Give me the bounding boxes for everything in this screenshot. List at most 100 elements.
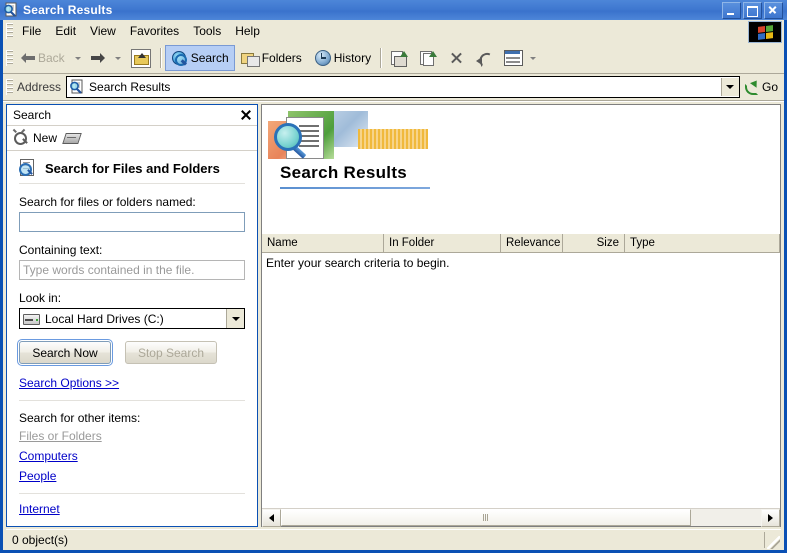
windows-flag-logo[interactable] [748, 21, 782, 43]
column-header-name[interactable]: Name [262, 234, 384, 252]
history-button[interactable]: History [308, 45, 377, 71]
menu-tools[interactable]: Tools [186, 21, 228, 41]
menu-bar: File Edit View Favorites Tools Help [3, 20, 784, 43]
minimize-button[interactable] [722, 1, 741, 19]
internet-link-group: Internet [7, 502, 257, 516]
lookin-dropdown[interactable]: Local Hard Drives (C:) [19, 308, 245, 329]
heading-divider [19, 183, 245, 184]
column-header-relevance[interactable]: Relevance [501, 234, 563, 252]
windows-flag-icon [757, 24, 773, 40]
forward-dropdown-arrow[interactable] [114, 56, 121, 60]
folders-label: Folders [261, 51, 302, 65]
results-list[interactable]: Enter your search criteria to begin. [262, 253, 780, 508]
arrow-left-icon [21, 52, 35, 64]
undo-icon [476, 50, 496, 68]
search-name-input[interactable] [19, 212, 245, 232]
copy-to-button[interactable] [414, 45, 443, 71]
address-bar: Address Search Results Go [3, 74, 784, 101]
address-dropdown-button[interactable] [720, 78, 739, 96]
close-button[interactable] [764, 1, 783, 19]
move-to-button[interactable] [385, 45, 414, 71]
menu-favorites[interactable]: Favorites [123, 21, 186, 41]
search-now-button[interactable]: Search Now [17, 339, 113, 366]
back-dropdown-arrow[interactable] [74, 56, 81, 60]
status-bar: 0 object(s) [6, 529, 781, 550]
scrollbar-grip-icon [483, 514, 489, 521]
menu-help[interactable]: Help [228, 21, 267, 41]
menu-gripper[interactable] [6, 23, 13, 39]
search-pane-heading: Search for Files and Folders [7, 151, 257, 181]
new-search-label: New [33, 131, 58, 145]
address-label: Address [17, 80, 62, 94]
toolbar-separator [159, 48, 162, 68]
results-horizontal-scrollbar[interactable] [262, 508, 780, 527]
results-pane: Search Results Name In Folder Relevance … [261, 104, 781, 527]
status-pane-divider [764, 532, 765, 548]
search-pane-close-icon[interactable] [239, 108, 253, 122]
resize-grip-icon[interactable] [767, 536, 780, 549]
views-button[interactable] [498, 45, 546, 71]
containing-field-label: Containing text: [19, 243, 103, 257]
scroll-left-button[interactable] [262, 508, 281, 527]
search-pane: Search New Search for Files and Folders … [6, 104, 258, 527]
link-computers[interactable]: Computers [19, 449, 78, 463]
other-items-label: Search for other items: [19, 411, 141, 425]
link-people[interactable]: People [19, 469, 56, 483]
chevron-down-icon [726, 85, 735, 89]
delete-button[interactable] [443, 45, 470, 71]
menu-edit[interactable]: Edit [48, 21, 83, 41]
scrollbar-track[interactable] [281, 509, 761, 526]
back-label: Back [38, 51, 65, 65]
views-dropdown-arrow[interactable] [530, 56, 537, 60]
folders-button[interactable]: Folders [235, 45, 308, 71]
banner-magnifier-icon [274, 123, 302, 151]
lookin-label: Look in: [19, 291, 62, 305]
new-search-button[interactable]: New [13, 128, 58, 146]
address-gripper[interactable] [6, 79, 13, 95]
main-toolbar: Back Search Folders History [3, 43, 784, 74]
title-bar: Search Results [0, 0, 787, 20]
views-icon [504, 50, 524, 66]
history-clock-icon [314, 50, 331, 66]
scroll-right-button[interactable] [761, 508, 780, 527]
up-folder-icon [130, 48, 151, 68]
new-search-icon [13, 128, 29, 146]
arrow-right-icon [90, 52, 105, 64]
window-title: Search Results [23, 3, 113, 17]
go-button[interactable]: Go [740, 78, 782, 95]
options-divider [19, 400, 245, 401]
search-button[interactable]: Search [164, 45, 235, 71]
maximize-button[interactable] [743, 1, 762, 19]
window-frame: File Edit View Favorites Tools Help Back [3, 20, 784, 550]
scrollbar-thumb[interactable] [281, 509, 691, 526]
column-header-size[interactable]: Size [563, 234, 625, 252]
undo-button[interactable] [470, 45, 498, 71]
containing-field-group: Containing text: [7, 243, 257, 280]
link-internet[interactable]: Internet [19, 502, 60, 516]
results-banner: Search Results [262, 105, 780, 233]
back-button[interactable]: Back [15, 45, 71, 71]
up-button[interactable] [125, 45, 157, 71]
stop-search-button[interactable]: Stop Search [125, 341, 217, 364]
menu-view[interactable]: View [83, 21, 123, 41]
containing-text-input[interactable] [19, 260, 245, 280]
menu-file[interactable]: File [15, 21, 48, 41]
link-files-or-folders[interactable]: Files or Folders [19, 429, 102, 443]
toolbar-separator-2 [380, 48, 383, 68]
search-files-icon [19, 159, 37, 177]
search-companion-button[interactable] [62, 131, 82, 145]
address-value: Search Results [89, 80, 171, 94]
lookin-dropdown-button[interactable] [226, 309, 244, 328]
search-pane-title: Search [13, 108, 52, 122]
column-header-type[interactable]: Type [625, 234, 780, 252]
forward-button[interactable] [85, 45, 111, 71]
delete-x-icon [449, 51, 464, 66]
search-pane-header: Search [7, 105, 257, 126]
column-header-in-folder[interactable]: In Folder [384, 234, 501, 252]
search-options-link[interactable]: Search Options >> [19, 376, 119, 390]
lookin-group: Look in: Local Hard Drives (C:) [7, 291, 257, 329]
toolbar-gripper[interactable] [6, 50, 13, 66]
address-input[interactable]: Search Results [66, 76, 740, 98]
search-document-icon [69, 79, 85, 95]
lookin-value: Local Hard Drives (C:) [45, 311, 164, 326]
